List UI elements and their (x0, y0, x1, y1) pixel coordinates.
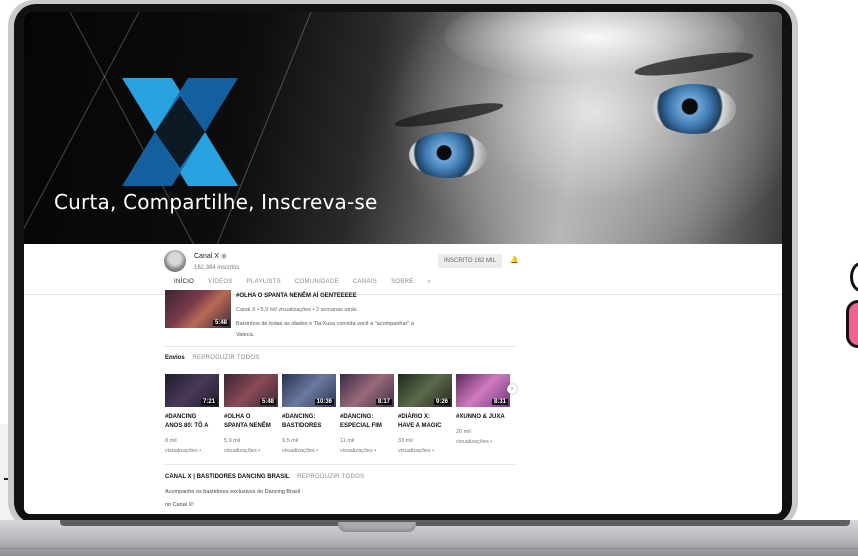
video-thumbnail[interactable]: 8:17 (340, 374, 394, 407)
carousel-next-button[interactable]: › (507, 384, 517, 394)
section-divider (164, 464, 516, 465)
video-duration: 8:17 (375, 399, 392, 405)
video-views: 8 mil visualizações • (165, 438, 202, 454)
video-title[interactable]: #DANCING ANOS 80: TÔ A (165, 413, 219, 431)
featured-video-meta: Canal X • 5,9 mil visualizações • 2 sema… (236, 307, 357, 313)
video-thumbnail[interactable]: 7:21 (165, 374, 219, 407)
video-views: 11 mil visualizações • (340, 438, 377, 454)
video-thumbnail[interactable]: 9:26 (398, 374, 452, 407)
laptop-screen: Curta, Compartilhe, Inscreva-se Canal X … (24, 12, 782, 514)
tab-sobre[interactable]: SOBRE (391, 279, 414, 291)
notification-bell-icon[interactable]: 🔔 (510, 256, 519, 264)
video-thumbnail[interactable]: 10:36 (282, 374, 336, 407)
channel-banner: Curta, Compartilhe, Inscreva-se (24, 12, 782, 244)
subscribed-button[interactable]: INSCRITO 162 MIL (438, 254, 502, 268)
laptop-mockup-scene: Curta, Compartilhe, Inscreva-se Canal X … (0, 0, 858, 556)
laptop-base-line (0, 548, 858, 549)
right-eye (652, 84, 736, 134)
video-card[interactable]: 10:36 #DANCING: BASTIDORES 9,5 mil visuali… (282, 374, 336, 456)
pink-person-icon-head (850, 262, 858, 292)
featured-video-thumbnail[interactable]: 5:48 (165, 290, 231, 328)
video-title[interactable]: #DANCING: ESPECIAL FIM (340, 413, 394, 431)
video-duration: 10:36 (314, 399, 334, 405)
playlist-section-header: CANAL X | BASTIDORES DANCING BRASIL REPR… (165, 474, 364, 480)
playlist-title[interactable]: CANAL X | BASTIDORES DANCING BRASIL (165, 474, 289, 480)
video-views: 9,5 mil visualizações • (282, 438, 319, 454)
channel-header: Canal X ◉ 162,384 inscritos INSCRITO 162… (24, 244, 782, 294)
channel-avatar[interactable] (164, 250, 186, 272)
video-card[interactable]: 8:31 #XUNNO & JUXA 28 mil visualizações • (456, 374, 510, 447)
laptop-hinge (60, 520, 850, 526)
tab-canais[interactable]: CANAIS (353, 279, 377, 291)
video-thumbnail[interactable]: 8:31 (456, 374, 510, 407)
uploads-play-all-button[interactable]: REPRODUZIR TODOS (192, 355, 259, 361)
video-duration: 5:48 (259, 399, 276, 405)
channel-name[interactable]: Canal X ◉ (194, 252, 227, 260)
laptop-opening-notch (338, 522, 416, 532)
banner-tagline: Curta, Compartilhe, Inscreva-se (54, 190, 378, 214)
video-card[interactable]: 7:21 #DANCING ANOS 80: TÔ A 8 mil visualiz… (165, 374, 219, 456)
video-card[interactable]: 8:17 #DANCING: ESPECIAL FIM 11 mil visuali… (340, 374, 394, 456)
playlist-description-line: no Canal X! (165, 502, 194, 508)
canal-x-logo-icon (122, 78, 238, 186)
featured-video-title[interactable]: #OLHA O SPANTA NENÊM AÍ GENTEEEEE (236, 293, 357, 299)
tab-comunidade[interactable]: COMUNIDADE (295, 279, 339, 291)
pink-person-icon (846, 300, 858, 348)
channel-subscriber-count: 162,384 inscritos (194, 265, 240, 271)
video-card[interactable]: 5:48 #OLHA O SPANTA NENÊM 5,9 mil visualiz… (224, 374, 278, 456)
left-eye (409, 132, 487, 178)
video-duration: 9:26 (433, 399, 450, 405)
playlist-play-all-button[interactable]: REPRODUZIR TODOS (297, 474, 364, 480)
video-title[interactable]: #DANCING: BASTIDORES (282, 413, 336, 431)
featured-video-duration: 5:48 (212, 320, 229, 326)
video-title[interactable]: #DIÁRIO X: HAVE A MAGIC (398, 413, 452, 431)
channel-search-icon[interactable]: ⌕ (428, 279, 432, 291)
video-views: 5,9 mil visualizações • (224, 438, 261, 454)
video-views: 33 mil visualizações • (398, 438, 435, 454)
featured-video-description: Baixinhos de todas as idades e Tia Xuxa … (236, 321, 414, 338)
section-divider (164, 346, 516, 347)
video-thumbnail[interactable]: 5:48 (224, 374, 278, 407)
video-title[interactable]: #OLHA O SPANTA NENÊM (224, 413, 278, 431)
video-duration: 8:31 (491, 399, 508, 405)
header-divider (24, 294, 782, 295)
uploads-title[interactable]: Envios (165, 355, 185, 361)
playlist-description-line: Acompanhe os bastidores exclusivos do Da… (165, 489, 301, 495)
verified-icon: ◉ (220, 253, 227, 260)
video-views: 28 mil visualizações • (456, 429, 493, 445)
tab-playlists[interactable]: PLAYLISTS (247, 279, 281, 291)
uploads-section-header: Envios REPRODUZIR TODOS (165, 355, 260, 361)
video-card[interactable]: 9:26 #DIÁRIO X: HAVE A MAGIC 33 mil visual… (398, 374, 452, 456)
video-duration: 7:21 (200, 399, 217, 405)
video-title[interactable]: #XUNNO & JUXA (456, 413, 510, 422)
